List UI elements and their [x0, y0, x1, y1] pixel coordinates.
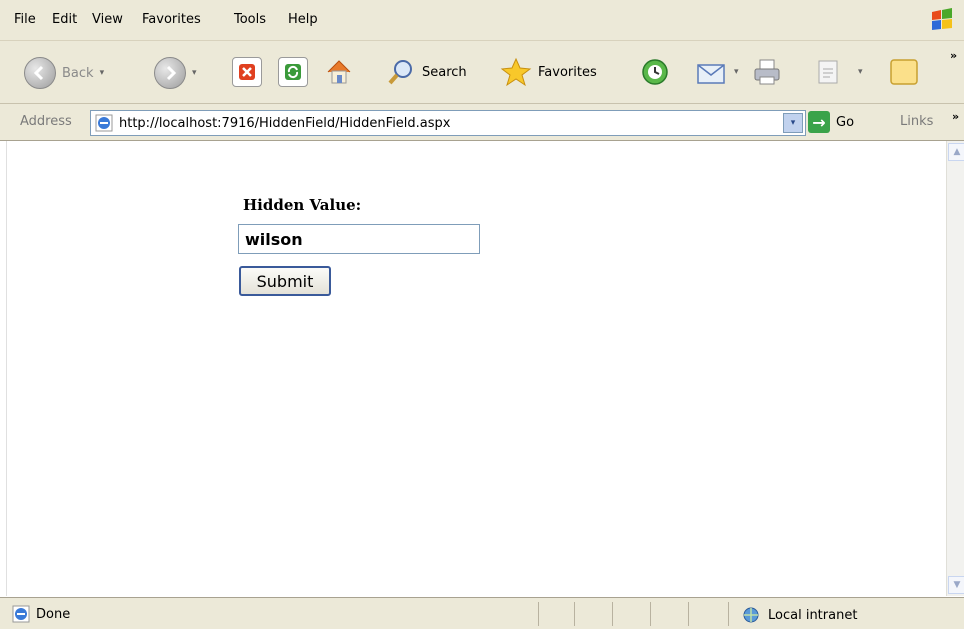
toolbar: Back ▾ ▾ Search Favorites ▾ ▾ » [0, 41, 964, 104]
print-button[interactable] [752, 57, 782, 87]
back-label: Back [62, 65, 94, 81]
refresh-button[interactable] [278, 57, 308, 87]
toolbar-overflow-icon[interactable]: » [950, 49, 957, 62]
go-arrow-icon: → [808, 111, 830, 133]
mail-icon [697, 64, 725, 84]
address-label: Address [20, 114, 72, 129]
content-left-border [0, 141, 7, 596]
status-divider [612, 602, 613, 626]
page-done-icon [12, 605, 30, 623]
forward-dropdown-icon[interactable]: ▾ [192, 68, 197, 78]
intranet-globe-icon [743, 607, 759, 623]
forward-button[interactable]: ▾ [154, 57, 197, 89]
go-button[interactable]: → Go [808, 111, 854, 133]
links-overflow-icon[interactable]: » [952, 110, 959, 123]
status-divider [650, 602, 651, 626]
browser-window: File Edit View Favorites Tools Help Back… [0, 0, 964, 629]
page-content [0, 141, 946, 596]
back-arrow-icon [24, 57, 56, 89]
messenger-icon [890, 59, 918, 85]
mail-button[interactable]: ▾ [696, 57, 739, 87]
hidden-value-input[interactable] [238, 224, 480, 254]
status-divider [538, 602, 539, 626]
address-input[interactable]: http://localhost:7916/HiddenField/Hidden… [90, 110, 806, 136]
favorites-button[interactable]: Favorites [500, 57, 597, 87]
search-magnifier-icon [388, 60, 412, 85]
forward-arrow-icon [154, 57, 186, 89]
home-icon [327, 60, 351, 84]
search-label: Search [422, 64, 467, 80]
print-icon [754, 59, 780, 85]
submit-button[interactable]: Submit [239, 266, 331, 296]
menu-tools[interactable]: Tools [234, 12, 266, 27]
back-dropdown-icon[interactable]: ▾ [100, 68, 105, 78]
go-label: Go [836, 114, 855, 130]
history-icon [642, 59, 668, 85]
security-zone: Local intranet [740, 606, 857, 624]
edit-button[interactable]: ▾ [816, 57, 863, 87]
home-button[interactable] [324, 57, 354, 87]
vertical-scrollbar[interactable]: ▲ ▼ [946, 141, 964, 596]
menu-view[interactable]: View [92, 12, 123, 27]
menu-bar: File Edit View Favorites Tools Help [0, 0, 964, 41]
windows-logo-icon [932, 8, 952, 30]
scroll-up-icon[interactable]: ▲ [948, 143, 964, 161]
stop-button[interactable] [232, 57, 262, 87]
status-divider [574, 602, 575, 626]
history-button[interactable] [640, 57, 670, 87]
search-button[interactable]: Search [386, 57, 467, 87]
mail-dropdown-icon[interactable]: ▾ [734, 67, 739, 77]
ie-page-icon [95, 114, 113, 132]
stop-icon [232, 57, 262, 87]
messenger-button[interactable] [888, 57, 920, 87]
edit-dropdown-icon[interactable]: ▾ [858, 67, 863, 77]
links-label[interactable]: Links [900, 114, 933, 129]
address-bar: Address http://localhost:7916/HiddenFiel… [0, 104, 964, 141]
favorites-star-icon [500, 57, 532, 87]
refresh-icon [278, 57, 308, 87]
menu-file[interactable]: File [14, 12, 36, 27]
security-zone-label: Local intranet [768, 607, 858, 623]
address-url: http://localhost:7916/HiddenField/Hidden… [119, 115, 451, 131]
status-bar: Done Local intranet [0, 597, 964, 629]
status-divider [688, 602, 689, 626]
edit-icon [818, 60, 838, 84]
address-dropdown-icon[interactable]: ▾ [783, 113, 803, 133]
status-text: Done [36, 607, 71, 622]
favorites-label: Favorites [538, 64, 597, 80]
hidden-value-label: Hidden Value: [243, 196, 362, 214]
menu-favorites[interactable]: Favorites [142, 12, 201, 27]
menu-help[interactable]: Help [288, 12, 318, 27]
back-button[interactable]: Back ▾ [24, 57, 104, 89]
scroll-down-icon[interactable]: ▼ [948, 576, 964, 594]
menu-edit[interactable]: Edit [52, 12, 77, 27]
status-divider [728, 602, 729, 626]
